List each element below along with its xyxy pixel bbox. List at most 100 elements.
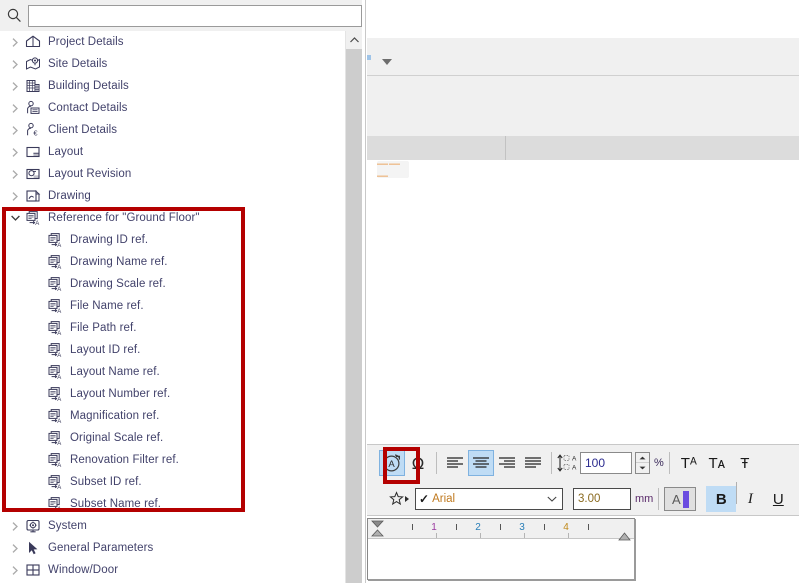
align-center-button[interactable] [468, 450, 494, 476]
tree-item[interactable]: A File Name ref. [0, 295, 345, 317]
chevron-right-icon[interactable] [8, 53, 22, 75]
reference-a-icon: A [44, 229, 66, 251]
tree-item[interactable]: A Subset ID ref. [0, 471, 345, 493]
underline-button[interactable]: U [764, 486, 792, 512]
tree-item[interactable]: General Parameters [0, 537, 345, 559]
search-input[interactable] [27, 4, 362, 27]
scroll-up-button[interactable] [346, 31, 362, 48]
chevron-right-icon[interactable] [8, 141, 22, 163]
svg-text:A: A [57, 243, 61, 248]
toolbar-separator-4 [658, 488, 660, 510]
align-left-button[interactable] [442, 450, 468, 476]
stepper-up[interactable] [636, 453, 649, 463]
text-rotate-tool-button[interactable]: A [379, 450, 405, 476]
tree-item[interactable]: System [0, 515, 345, 537]
indent-marker-left[interactable] [371, 520, 384, 542]
tree-item[interactable]: A Drawing Scale ref. [0, 273, 345, 295]
tree-item[interactable]: Window/Door [0, 559, 345, 581]
window-door-icon [22, 559, 44, 581]
tree-scrollbar[interactable] [345, 31, 362, 583]
chevron-right-icon[interactable] [8, 75, 22, 97]
tree-item[interactable]: A Reference for "Ground Floor" [0, 207, 345, 229]
line-spacing-control[interactable]: A A 100 % [557, 452, 664, 474]
tree-item[interactable]: A Layout Number ref. [0, 383, 345, 405]
tree-item-label: Drawing Name ref. [70, 256, 168, 268]
tree-item-label: File Path ref. [70, 322, 137, 334]
dropdown-caret-icon[interactable] [381, 53, 393, 65]
tree-item[interactable]: Drawing [0, 185, 345, 207]
tree-item-label: Client Details [48, 124, 118, 136]
tree-item-label: Subset Name ref. [70, 498, 162, 510]
tree-item[interactable]: Building Details [0, 75, 345, 97]
tree-item[interactable]: A Drawing ID ref. [0, 229, 345, 251]
font-family-select[interactable]: ✓ Arial [415, 488, 563, 510]
stepper-down[interactable] [636, 463, 649, 473]
favorites-button[interactable] [385, 486, 415, 512]
tree-item[interactable]: A Drawing Name ref. [0, 251, 345, 273]
align-justify-button[interactable] [520, 450, 546, 476]
text-input-area[interactable] [372, 543, 630, 575]
tree-item[interactable]: Site Details [0, 53, 345, 75]
svg-text:A: A [388, 459, 395, 470]
tree-item[interactable]: A File Path ref. [0, 317, 345, 339]
strikethrough-button[interactable]: Ŧ [731, 450, 759, 476]
tree-item[interactable]: A Renovation Filter ref. [0, 449, 345, 471]
toolbar-separator-3 [668, 452, 670, 474]
align-justify-icon [525, 457, 541, 468]
tree-item[interactable]: A Magnification ref. [0, 405, 345, 427]
text-ruler[interactable]: 1 2 3 4 [368, 519, 634, 542]
chevron-right-icon[interactable] [8, 537, 22, 559]
scrollbar-thumb[interactable] [346, 49, 362, 583]
line-spacing-icon: A A [557, 453, 577, 473]
tree-item-label: Window/Door [48, 564, 119, 576]
tree-item[interactable]: Layout [0, 141, 345, 163]
italic-button[interactable]: I [736, 486, 764, 512]
chevron-right-icon[interactable] [8, 97, 22, 119]
tree-item[interactable]: Project Details [0, 31, 345, 53]
bold-icon: B [715, 490, 727, 508]
line-spacing-input[interactable]: 100 [580, 452, 632, 474]
chevron-right-icon[interactable] [8, 515, 22, 537]
tree-item[interactable]: A Layout Name ref. [0, 361, 345, 383]
parameter-tree[interactable]: Project Details Site Details Building Deta… [0, 31, 345, 583]
ruler-minor-tick [568, 533, 569, 538]
reference-a-icon: A [44, 317, 66, 339]
chevron-down-icon [547, 494, 557, 505]
chevron-right-icon[interactable] [8, 119, 22, 141]
chevron-right-icon[interactable] [8, 185, 22, 207]
tree-item[interactable]: A Original Scale ref. [0, 427, 345, 449]
subscript-button[interactable]: Tᴀ [703, 450, 731, 476]
chevron-right-icon[interactable] [8, 163, 22, 185]
tree-item[interactable]: Contact Details [0, 97, 345, 119]
font-size-input[interactable]: 3.00 [573, 488, 631, 510]
text-edit-box: 1 2 3 4 [367, 518, 635, 580]
svg-text:A: A [572, 465, 577, 472]
text-color-button[interactable]: A [664, 487, 697, 511]
align-right-button[interactable] [494, 450, 520, 476]
reference-a-icon: A [44, 251, 66, 273]
tree-item-label: Drawing Scale ref. [70, 278, 166, 290]
superscript-button[interactable]: Tᴬ [675, 450, 703, 476]
chevron-right-icon[interactable] [8, 31, 22, 53]
toolbar-separator-1 [436, 452, 437, 474]
bold-button[interactable]: B [706, 486, 737, 512]
chevron-right-icon[interactable] [8, 559, 22, 581]
panel-content-band [367, 76, 799, 136]
special-character-button[interactable]: Ω [405, 450, 431, 476]
tree-item[interactable]: € Client Details [0, 119, 345, 141]
line-spacing-stepper[interactable] [635, 452, 650, 474]
reference-a-icon: A [44, 383, 66, 405]
tree-item[interactable]: A Subset Name ref. [0, 493, 345, 515]
dash-line-preview[interactable]: — — — [377, 158, 409, 182]
chevron-down-icon[interactable] [8, 207, 22, 229]
ruler-number: 2 [475, 522, 481, 533]
tree-item[interactable]: A Layout ID ref. [0, 339, 345, 361]
tree-item-label: Original Scale ref. [70, 432, 164, 444]
ruler-number: 3 [519, 522, 525, 533]
tree-item[interactable]: Layout Revision [0, 163, 345, 185]
